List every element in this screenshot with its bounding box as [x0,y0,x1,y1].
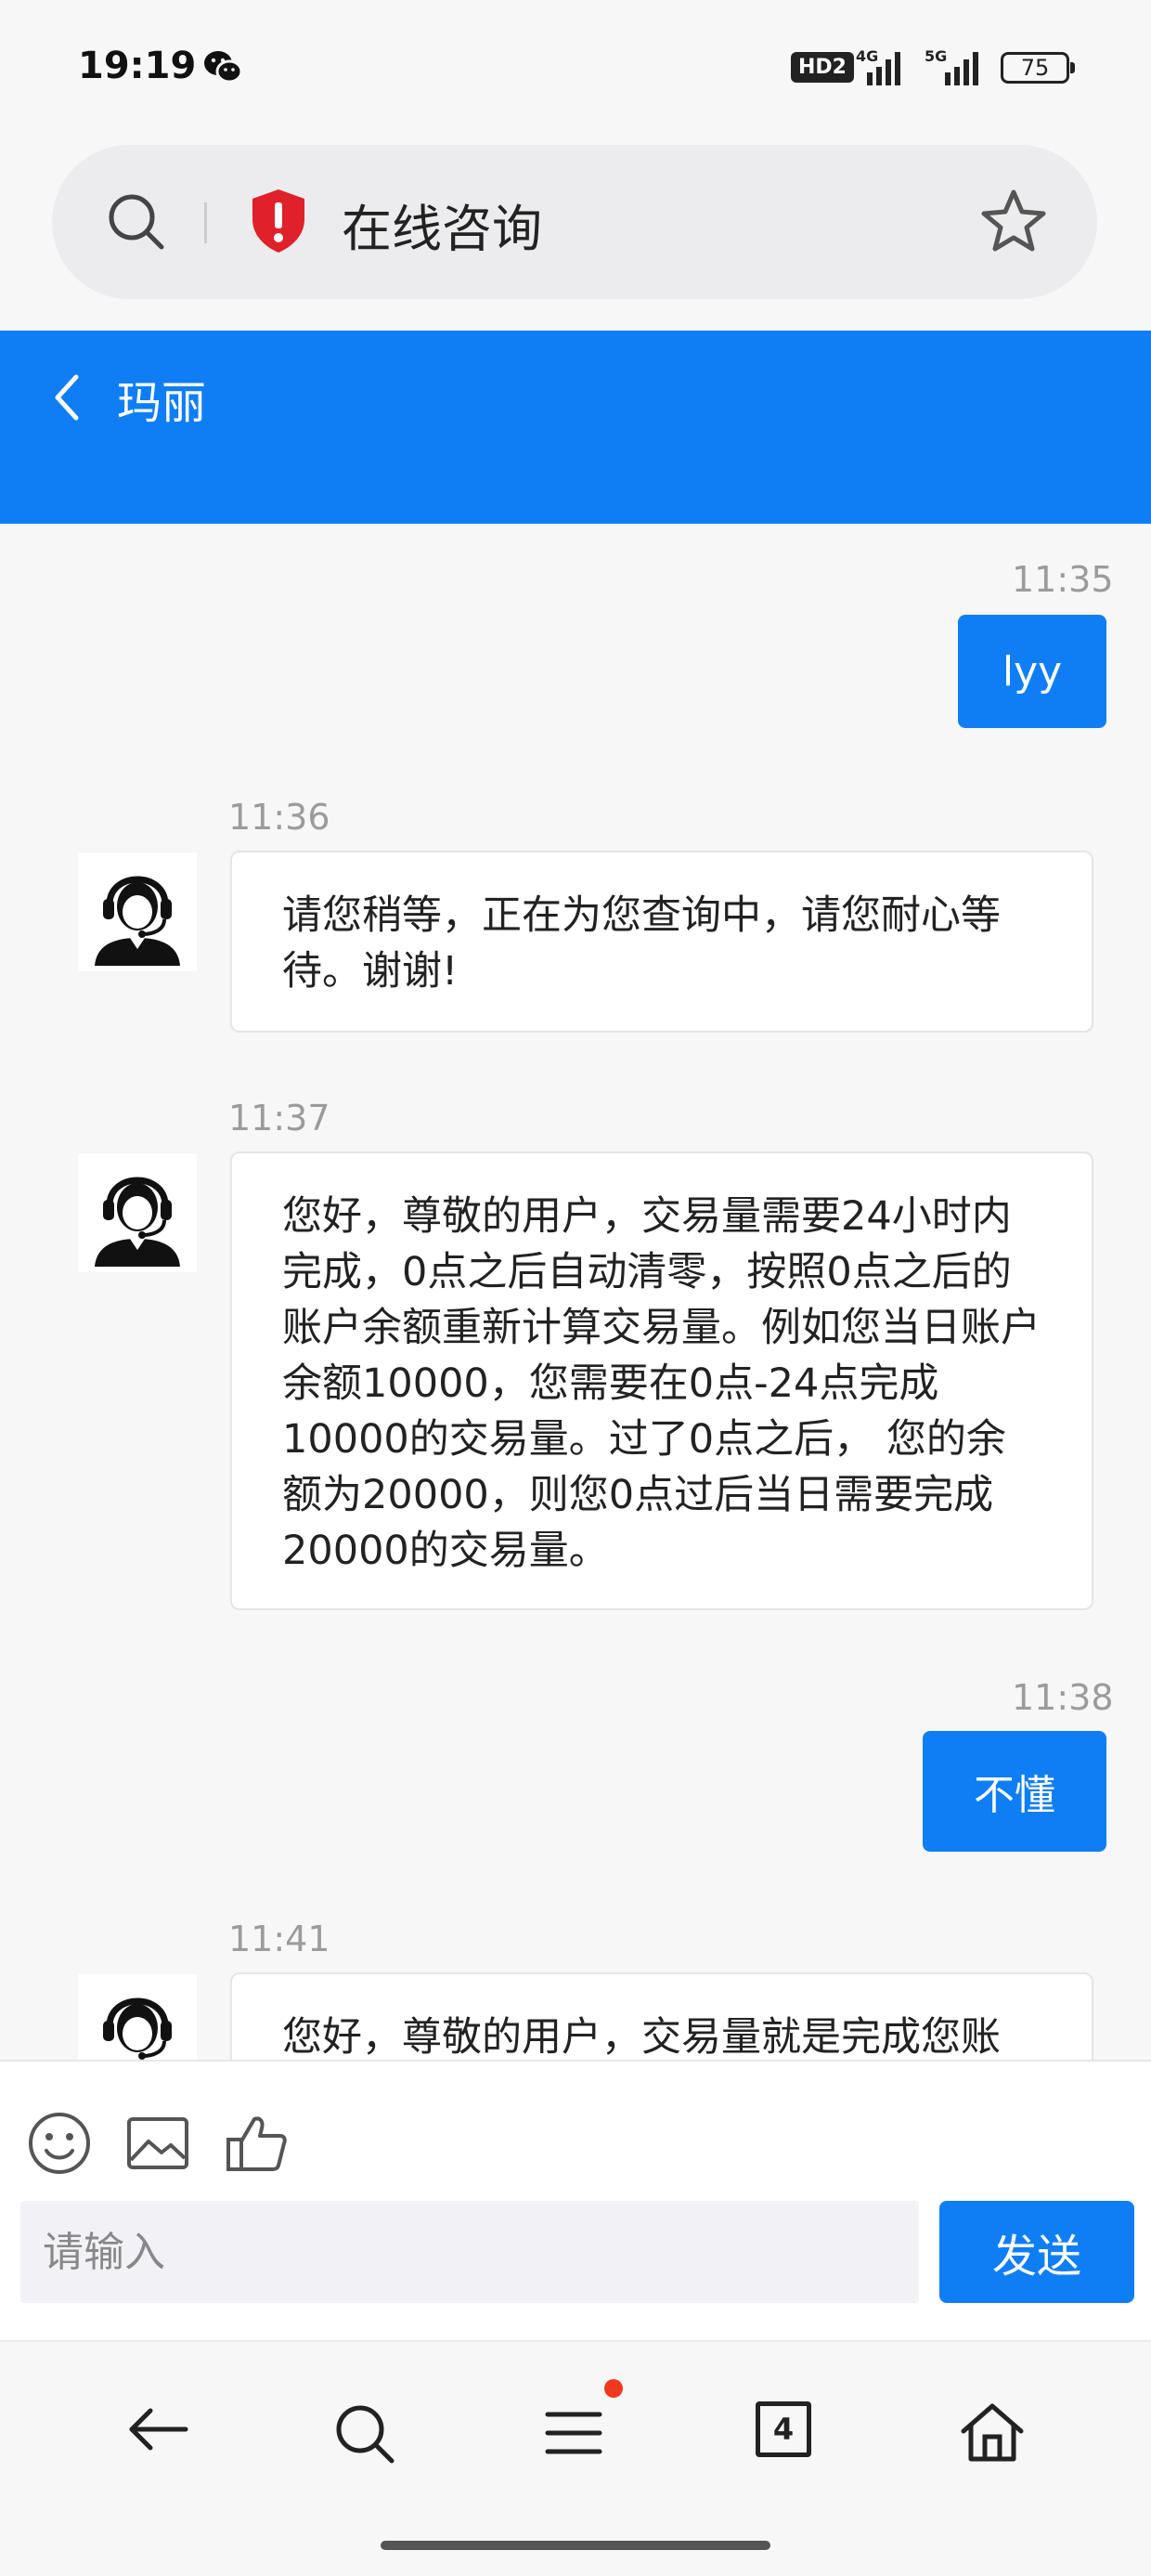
signal-4g-icon: 4G [856,47,900,85]
svg-text:5G: 5G [925,47,947,65]
thumbs-up-icon[interactable] [223,2110,290,2177]
message-time: 11:41 [228,1919,330,1959]
agent-name: 玛丽 [117,377,207,429]
menu-icon[interactable] [544,2409,603,2457]
back-arrow-icon[interactable] [126,2401,191,2457]
chat-header: 玛丽 [0,331,1151,524]
page-title: 在线咨询 [342,200,542,258]
agent-avatar-headset-icon [78,1153,197,1272]
message-composer: 发送 [0,2060,1151,2342]
tabs-button[interactable]: 4 [756,2401,811,2457]
message-time: 11:36 [228,797,330,838]
battery-icon: 75 [1001,52,1075,84]
search-icon[interactable] [332,2401,397,2466]
image-icon[interactable] [124,2110,191,2177]
hd-voice-icon: HD2 [791,52,854,83]
back-chevron-icon[interactable] [48,370,85,425]
status-bar: 19:19 HD2 4G 5G 75 [0,0,1151,139]
home-icon[interactable] [960,2401,1025,2463]
agent-avatar-headset-icon [78,852,197,971]
agent-message-bubble: 请您稍等，正在为您查询中，请您耐心等待。谢谢! [230,851,1093,1033]
user-message-bubble: lyy [958,615,1106,728]
agent-message-bubble: 您好，尊敬的用户，交易量需要24小时内完成，0点之后自动清零，按照0点之后的账户… [230,1151,1093,1610]
tabs-count: 4 [756,2401,811,2457]
bookmark-star-icon[interactable] [980,188,1047,254]
message-time: 11:35 [1012,559,1114,600]
message-input[interactable] [20,2201,919,2303]
emoji-icon[interactable] [26,2110,93,2177]
wechat-icon [204,51,243,84]
notification-dot [604,2379,623,2398]
user-message-bubble: 不懂 [923,1731,1106,1852]
signal-5g-icon: 5G [925,47,978,85]
svg-text:4G: 4G [856,47,878,65]
send-button[interactable]: 发送 [939,2201,1134,2303]
search-icon[interactable] [106,191,167,253]
address-divider [204,202,207,243]
status-time: 19:19 [78,45,197,87]
home-indicator [381,2541,770,2550]
security-warning-shield-icon[interactable] [249,188,308,254]
message-time: 11:38 [1012,1677,1114,1718]
message-time: 11:37 [228,1098,330,1138]
address-bar[interactable]: 在线咨询 [52,145,1097,299]
